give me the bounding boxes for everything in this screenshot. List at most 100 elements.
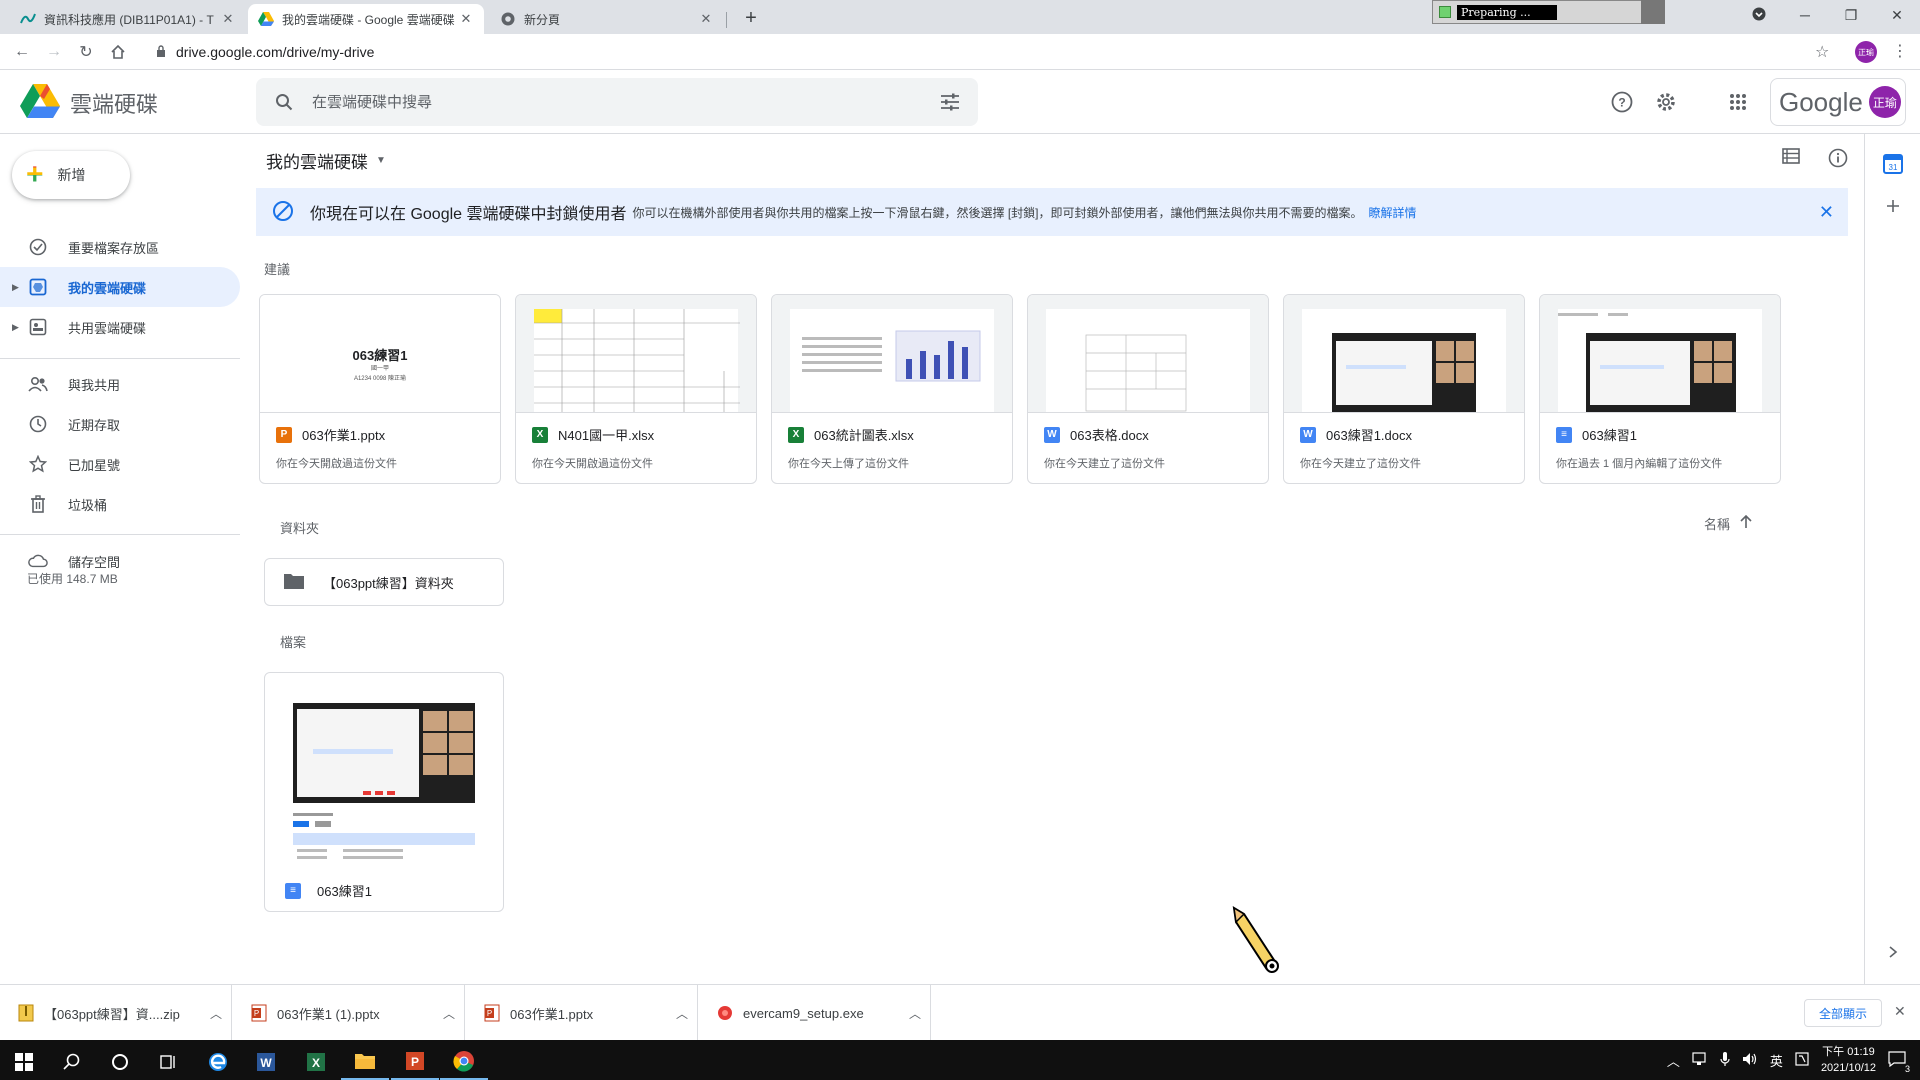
close-icon[interactable]: ✕ [458, 11, 474, 27]
forward-icon[interactable]: → [42, 40, 66, 64]
info-icon[interactable] [1828, 148, 1848, 171]
help-icon[interactable]: ? [1608, 88, 1636, 116]
chevron-up-icon[interactable]: ︿ [1667, 1051, 1680, 1070]
card-activity: 你在今天建立了這份文件 [1300, 458, 1421, 470]
sidebar-item-my-drive[interactable]: ▶ 我的雲端硬碟 [0, 267, 240, 307]
drive-logo[interactable]: 雲端硬碟 [20, 84, 158, 121]
suggested-card[interactable]: W 063練習1.docx 你在今天建立了這份文件 [1283, 294, 1525, 484]
pencil-cursor-icon [1232, 906, 1279, 973]
window-close-button[interactable]: ✕ [1874, 7, 1920, 24]
download-item[interactable]: evercam9_setup.exe ︿ [699, 985, 931, 1041]
apps-grid-icon[interactable] [1724, 88, 1752, 116]
minimize-button[interactable]: ─ [1782, 7, 1828, 23]
file-thumbnail [1540, 295, 1780, 413]
reload-icon[interactable]: ↻ [74, 40, 98, 64]
sort-control[interactable]: 名稱 [1704, 514, 1752, 533]
new-tab-button[interactable]: + [738, 6, 764, 32]
suggested-card[interactable]: X 063統計圖表.xlsx 你在今天上傳了這份文件 [771, 294, 1013, 484]
expand-arrow-icon[interactable]: ▶ [12, 282, 19, 293]
chevron-up-icon[interactable]: ︿ [900, 1005, 930, 1022]
google-wordmark: Google [1779, 86, 1863, 117]
folder-item[interactable]: 【063ppt練習】資料夾 [264, 558, 504, 606]
browser-menu-icon[interactable]: ⋮ [1892, 41, 1908, 61]
excel-icon[interactable]: X [292, 1044, 340, 1080]
suggested-card[interactable]: ≡ 063練習1 你在過去 1 個月內編輯了這份文件 [1539, 294, 1781, 484]
bookmark-star-icon[interactable]: ☆ [1815, 42, 1829, 62]
chrome-taskbar-icon[interactable] [440, 1044, 488, 1080]
drive-icon [258, 11, 274, 27]
search-icon[interactable] [256, 93, 312, 111]
sidebar-item-recent[interactable]: 近期存取 [0, 404, 240, 444]
sidebar-item-starred[interactable]: 已加星號 [0, 444, 240, 484]
search-options-icon[interactable] [922, 93, 978, 111]
taskbar-clock[interactable]: 下午 01:19 2021/10/12 [1821, 1044, 1876, 1076]
browser-tab-drive[interactable]: 我的雲端硬碟 - Google 雲端硬碟 ✕ [248, 4, 484, 34]
windows-start-icon[interactable] [0, 1044, 48, 1080]
thumb-line: A1234 0098 陳正瑜 [353, 376, 407, 382]
notification-icon[interactable]: 3 [1888, 1050, 1910, 1074]
home-icon[interactable] [106, 40, 130, 64]
expand-arrow-icon[interactable]: ▶ [12, 322, 19, 333]
network-icon[interactable] [1692, 1051, 1708, 1069]
back-icon[interactable]: ← [10, 40, 34, 64]
page-title: 我的雲端硬碟 [266, 153, 368, 172]
search-input[interactable] [312, 93, 922, 111]
calendar-icon[interactable]: 31 [1883, 154, 1903, 174]
microphone-icon[interactable] [1720, 1051, 1730, 1070]
browser-tab-newtab[interactable]: 新分頁 ✕ [490, 4, 724, 34]
download-item[interactable]: P 063作業1 (1).pptx ︿ [233, 985, 465, 1041]
sidebar-item-trash[interactable]: 垃圾桶 [0, 484, 240, 524]
settings-gear-icon[interactable] [1652, 88, 1680, 116]
download-item[interactable]: P 063作業1.pptx ︿ [466, 985, 698, 1041]
show-all-downloads-button[interactable]: 全部顯示 [1804, 999, 1883, 1027]
ime-indicator[interactable]: 英 [1770, 1051, 1783, 1070]
search-icon[interactable] [48, 1044, 96, 1080]
cortana-icon[interactable] [96, 1044, 144, 1080]
volume-icon[interactable] [1742, 1052, 1758, 1069]
file-name: 063練習1 [317, 884, 372, 899]
tab-search-icon[interactable] [1736, 7, 1782, 24]
sidebar-item-shared-drives[interactable]: ▶ 共用雲端硬碟 [0, 307, 240, 347]
profile-avatar[interactable]: 正瑜 [1855, 41, 1877, 63]
browser-tab-course[interactable]: 資訊科技應用 (DIB11P01A1) - T ✕ [10, 4, 246, 34]
ime-mode-icon[interactable] [1795, 1051, 1809, 1069]
new-button-label: 新增 [57, 167, 86, 183]
download-item[interactable]: 【063ppt練習】資....zip ︿ [0, 985, 232, 1041]
list-view-icon[interactable] [1782, 148, 1800, 171]
sidebar-item-shared-with-me[interactable]: 與我共用 [0, 364, 240, 404]
google-account-button[interactable]: Google 正瑜 [1770, 78, 1906, 126]
clock-icon [28, 415, 48, 433]
chevron-up-icon[interactable]: ︿ [667, 1005, 697, 1022]
suggested-card[interactable]: 063練習1 國一甲 A1234 0098 陳正瑜 P 063作業1.pptx … [259, 294, 501, 484]
close-icon[interactable]: ✕ [1819, 202, 1834, 223]
powerpoint-icon[interactable]: P [391, 1044, 439, 1080]
file-label: ≡ 063練習1 [285, 881, 372, 900]
file-explorer-icon[interactable] [341, 1044, 389, 1080]
main-content: 我的雲端硬碟 ▼ 你現在可以在 Google 雲端硬碟中封鎖使用者 你可以在機構… [256, 134, 1864, 984]
chevron-up-icon[interactable]: ︿ [201, 1005, 231, 1022]
card-name: X 063統計圖表.xlsx [788, 425, 914, 444]
lock-icon [156, 44, 166, 60]
close-icon[interactable]: ✕ [220, 11, 236, 27]
add-addon-icon[interactable] [1883, 196, 1903, 216]
new-button[interactable]: + 新增 [12, 151, 130, 199]
edge-icon[interactable] [194, 1044, 242, 1080]
sidebar-item-priority[interactable]: 重要檔案存放區 [0, 227, 240, 267]
file-card[interactable]: ≡ 063練習1 [264, 672, 504, 912]
file-name: 063練習1 [1582, 428, 1637, 443]
restore-button[interactable]: ❐ [1828, 7, 1874, 24]
close-icon[interactable]: ✕ [698, 11, 714, 27]
clock-time: 下午 01:19 [1822, 1046, 1875, 1058]
breadcrumb[interactable]: 我的雲端硬碟 ▼ [266, 148, 386, 173]
storage-used-text: 已使用 148.7 MB [27, 572, 118, 586]
suggested-card[interactable]: X N401國一甲.xlsx 你在今天開啟過這份文件 [515, 294, 757, 484]
word-icon[interactable]: W [242, 1044, 290, 1080]
close-icon[interactable]: ✕ [1894, 1003, 1906, 1020]
address-bar[interactable]: drive.google.com/drive/my-drive [146, 38, 1836, 66]
sidebar-item-label: 近期存取 [68, 417, 121, 433]
suggested-card[interactable]: W 063表格.docx 你在今天建立了這份文件 [1027, 294, 1269, 484]
chevron-right-icon[interactable] [1883, 942, 1903, 962]
learn-more-link[interactable]: 瞭解詳情 [1369, 204, 1417, 221]
chevron-up-icon[interactable]: ︿ [434, 1005, 464, 1022]
task-view-icon[interactable] [144, 1044, 192, 1080]
